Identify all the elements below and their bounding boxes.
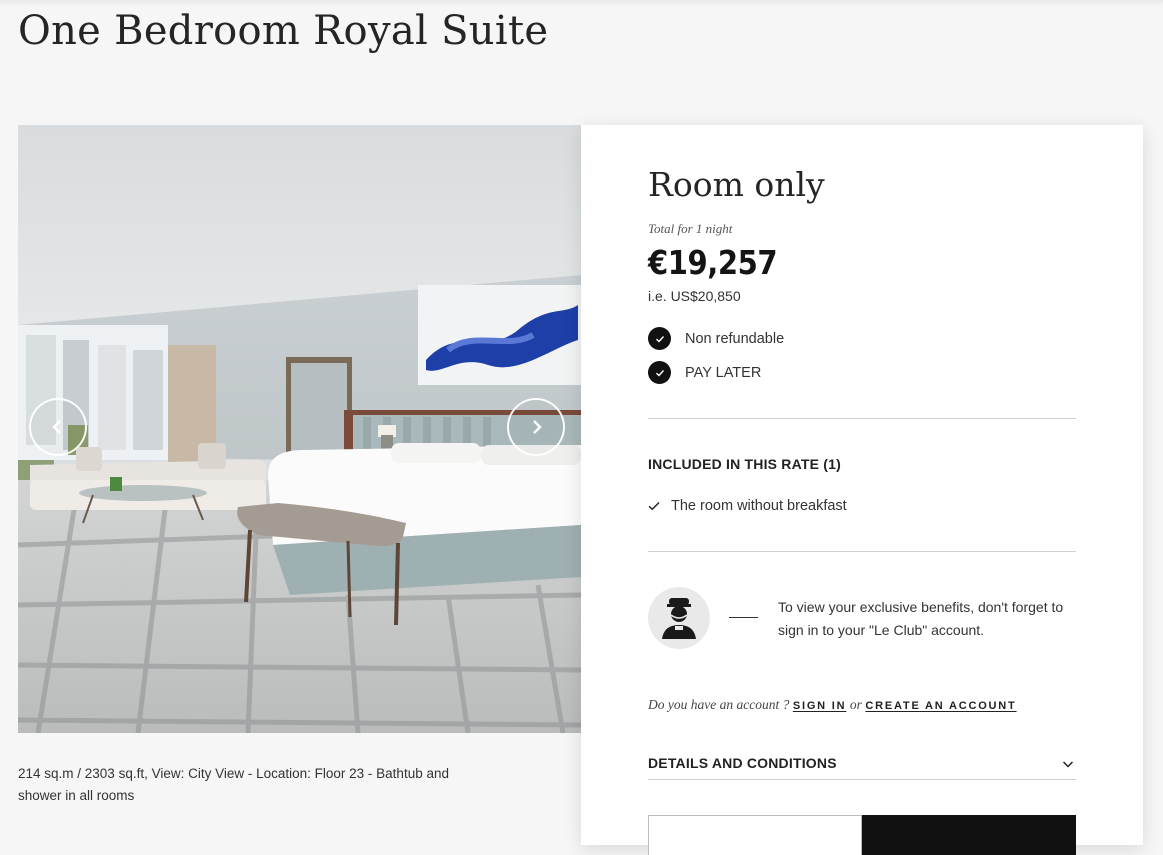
included-item: The room without breakfast bbox=[648, 498, 847, 514]
room-photo bbox=[18, 125, 581, 733]
create-account-link[interactable]: CREATE AN ACCOUNT bbox=[865, 700, 1016, 712]
check-circle-icon bbox=[648, 327, 671, 350]
price-usd: i.e. US$20,850 bbox=[648, 288, 741, 304]
chevron-down-icon bbox=[1062, 761, 1074, 768]
total-label: Total for 1 night bbox=[648, 221, 733, 236]
condition-pay-later: PAY LATER bbox=[648, 361, 761, 384]
account-prompt: Do you have an account ? SIGN IN or CREA… bbox=[648, 697, 1017, 713]
secondary-action-button[interactable] bbox=[648, 815, 862, 855]
or-text: or bbox=[849, 697, 862, 712]
previous-photo-button[interactable] bbox=[29, 398, 87, 456]
room-title: One Bedroom Royal Suite bbox=[18, 8, 549, 54]
room-photo-gallery[interactable] bbox=[18, 125, 581, 733]
rate-name: Room only bbox=[648, 165, 825, 204]
check-circle-icon bbox=[648, 361, 671, 384]
primary-action-button[interactable] bbox=[862, 815, 1076, 855]
chevron-right-icon bbox=[533, 420, 542, 434]
sign-in-link[interactable]: SIGN IN bbox=[793, 700, 847, 712]
benefits-message: To view your exclusive benefits, don't f… bbox=[778, 599, 1064, 638]
divider bbox=[648, 418, 1076, 419]
next-photo-button[interactable] bbox=[507, 398, 565, 456]
condition-label: PAY LATER bbox=[685, 364, 762, 381]
included-item-label: The room without breakfast bbox=[671, 498, 847, 514]
checkmark-icon bbox=[648, 502, 660, 511]
divider bbox=[648, 551, 1076, 552]
condition-label: Non refundable bbox=[685, 330, 785, 347]
condition-non-refundable: Non refundable bbox=[648, 327, 784, 350]
room-description: 214 sq.m / 2303 sq.ft, View: City View -… bbox=[18, 766, 449, 803]
account-question: Do you have an account ? bbox=[648, 697, 790, 712]
chevron-left-icon bbox=[52, 420, 61, 434]
rate-card: Room only Total for 1 night €19,257 i.e.… bbox=[581, 125, 1143, 855]
top-shadow bbox=[0, 0, 1163, 6]
details-and-conditions-toggle[interactable]: DETAILS AND CONDITIONS bbox=[648, 755, 1076, 780]
price: €19,257 bbox=[648, 243, 778, 282]
included-heading: INCLUDED IN THIS RATE (1) bbox=[648, 456, 841, 472]
concierge-avatar-icon bbox=[648, 587, 710, 649]
dash-separator bbox=[729, 617, 758, 618]
details-label: DETAILS AND CONDITIONS bbox=[648, 755, 837, 771]
